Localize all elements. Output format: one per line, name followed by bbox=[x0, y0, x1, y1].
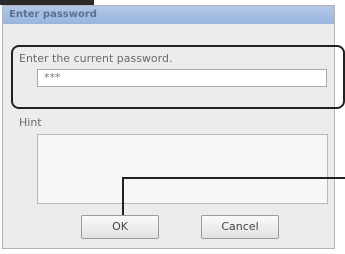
cancel-button[interactable]: Cancel bbox=[201, 215, 279, 239]
ok-callout-drop bbox=[122, 177, 124, 215]
hint-textarea[interactable] bbox=[37, 134, 328, 204]
hint-label: Hint bbox=[19, 116, 42, 129]
ok-callout-line bbox=[122, 177, 345, 179]
dialog-title: Enter password bbox=[9, 9, 97, 20]
dialog-titlebar: Enter password bbox=[3, 6, 334, 24]
password-field-callout bbox=[11, 45, 345, 109]
password-dialog: Enter password bbox=[2, 5, 335, 249]
ok-button[interactable]: OK bbox=[81, 215, 159, 239]
